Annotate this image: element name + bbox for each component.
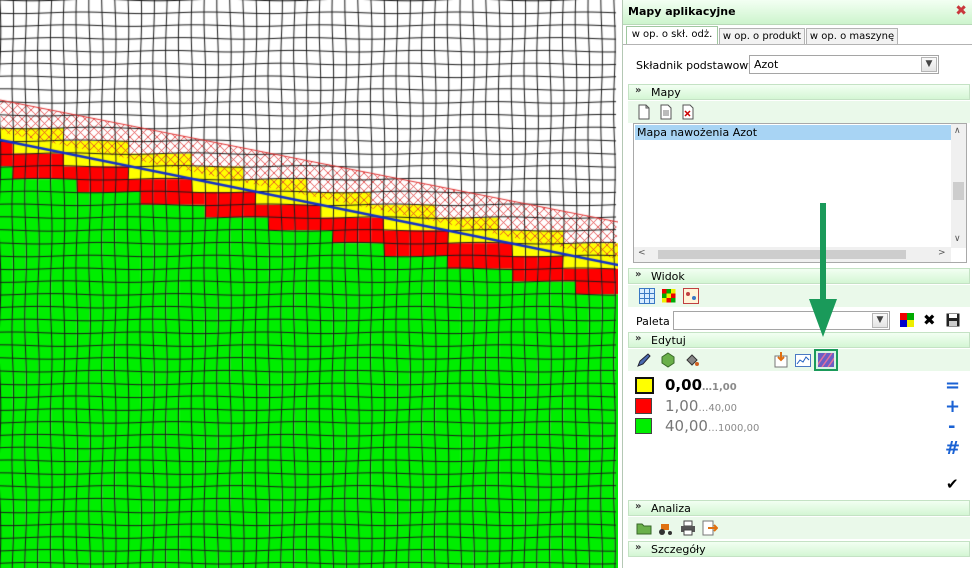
- legend-swatch-2[interactable]: [635, 418, 652, 434]
- component-select[interactable]: Azot ▼: [749, 55, 939, 74]
- annotation-arrow-icon: [809, 203, 837, 337]
- scroll-down-icon[interactable]: ∨: [954, 234, 961, 244]
- chevron-expand-icon: »: [635, 542, 642, 553]
- panel-title: Mapy aplikacyjne: [628, 5, 736, 18]
- edit-map-icon[interactable]: [658, 104, 674, 120]
- legend-value: 0,00: [665, 376, 703, 394]
- legend-swatch-1[interactable]: [635, 398, 652, 414]
- legend-range: …40,00: [698, 403, 738, 414]
- chart-icon[interactable]: [795, 352, 811, 368]
- legend-entry-1[interactable]: 1,00…40,00: [665, 397, 737, 415]
- legend-range: …1,00: [702, 382, 737, 393]
- color-grid-icon[interactable]: [661, 288, 677, 304]
- tractor-icon[interactable]: [658, 520, 674, 536]
- analysis-toolbar: [628, 517, 970, 539]
- maps-toolbar: [628, 101, 970, 123]
- chevron-collapse-icon: »: [635, 85, 642, 96]
- tab-machine[interactable]: w op. o maszynę: [806, 28, 898, 45]
- plus-button[interactable]: +: [945, 396, 960, 417]
- new-map-icon[interactable]: [636, 104, 652, 120]
- section-view-title: Widok: [651, 270, 685, 283]
- section-analysis-title: Analiza: [651, 502, 691, 515]
- value-view-icon[interactable]: [683, 288, 699, 304]
- vertical-scroll-thumb[interactable]: [953, 182, 964, 200]
- import-icon[interactable]: [773, 352, 789, 368]
- tab-component[interactable]: w op. o skł. odż.: [626, 26, 718, 45]
- checkmark-icon[interactable]: ✔: [946, 475, 959, 493]
- tab-product[interactable]: w op. o produkt: [719, 28, 805, 45]
- maps-list[interactable]: Mapa nawożenia Azot ∧ ∨ < >: [633, 123, 967, 263]
- save-icon[interactable]: [946, 313, 960, 327]
- edit-toolbar: [628, 349, 970, 371]
- section-view-header[interactable]: » Widok: [628, 268, 970, 284]
- horizontal-scroll-thumb[interactable]: [658, 250, 906, 259]
- pencil-icon[interactable]: [636, 352, 652, 368]
- hatch-button[interactable]: [814, 349, 838, 371]
- view-toolbar: [628, 285, 970, 307]
- palette-label: Paleta: [636, 315, 670, 328]
- hash-button[interactable]: #: [945, 438, 960, 459]
- section-edit-header[interactable]: » Edytuj: [628, 332, 970, 348]
- close-icon[interactable]: ✖: [955, 3, 967, 19]
- list-item[interactable]: Mapa nawożenia Azot: [635, 125, 951, 140]
- chevron-collapse-icon: »: [635, 269, 642, 280]
- chevron-down-icon[interactable]: ▼: [872, 313, 888, 328]
- section-details-title: Szczegóły: [651, 543, 706, 556]
- palette-colors-icon[interactable]: [900, 313, 914, 327]
- legend-entry-2[interactable]: 40,00…1000,00: [665, 417, 759, 435]
- chevron-collapse-icon: »: [635, 333, 642, 344]
- section-analysis-header[interactable]: » Analiza: [628, 500, 970, 516]
- panel-titlebar: Mapy aplikacyjne ✖: [623, 0, 972, 25]
- print-icon[interactable]: [680, 520, 696, 536]
- legend-swatch-0[interactable]: [635, 377, 654, 394]
- grid-view-icon[interactable]: [639, 288, 655, 304]
- hatch-pattern-icon: [818, 353, 834, 367]
- field-map-canvas[interactable]: [0, 0, 618, 568]
- legend-value: 40,00: [665, 417, 708, 435]
- fill-bucket-icon[interactable]: [684, 352, 700, 368]
- minus-button[interactable]: -: [948, 416, 955, 437]
- scroll-right-icon[interactable]: >: [938, 248, 946, 258]
- tab-underline: [623, 44, 972, 45]
- tab-machine-label: w op. o maszynę: [809, 31, 895, 42]
- equals-button[interactable]: =: [945, 375, 960, 396]
- polygon-icon[interactable]: [660, 352, 676, 368]
- section-maps-header[interactable]: » Mapy: [628, 84, 970, 100]
- legend-range: …1000,00: [707, 423, 760, 434]
- horizontal-scrollbar[interactable]: < >: [634, 247, 951, 262]
- component-label: Składnik podstawowy: [636, 59, 755, 72]
- section-edit-title: Edytuj: [651, 334, 686, 347]
- scroll-left-icon[interactable]: <: [638, 248, 646, 258]
- tab-product-label: w op. o produkt: [722, 31, 802, 42]
- vertical-scrollbar[interactable]: ∧ ∨: [951, 124, 966, 248]
- field-folder-icon[interactable]: [636, 520, 652, 536]
- legend-entry-0[interactable]: 0,00…1,00: [665, 376, 737, 394]
- export-icon[interactable]: [702, 520, 718, 536]
- section-maps-title: Mapy: [651, 86, 681, 99]
- component-select-value: Azot: [754, 58, 779, 71]
- delete-map-icon[interactable]: [680, 104, 696, 120]
- chevron-down-icon[interactable]: ▼: [921, 57, 937, 72]
- delete-palette-icon[interactable]: ✖: [923, 311, 936, 329]
- chevron-collapse-icon: »: [635, 501, 642, 512]
- palette-select[interactable]: ▼: [673, 311, 890, 330]
- tab-component-label: w op. o skł. odż.: [631, 29, 713, 40]
- legend-value: 1,00: [665, 397, 699, 415]
- scroll-up-icon[interactable]: ∧: [954, 126, 961, 136]
- application-maps-panel: Mapy aplikacyjne ✖ w op. o skł. odż. w o…: [622, 0, 972, 568]
- section-details-header[interactable]: » Szczegóły: [628, 541, 970, 557]
